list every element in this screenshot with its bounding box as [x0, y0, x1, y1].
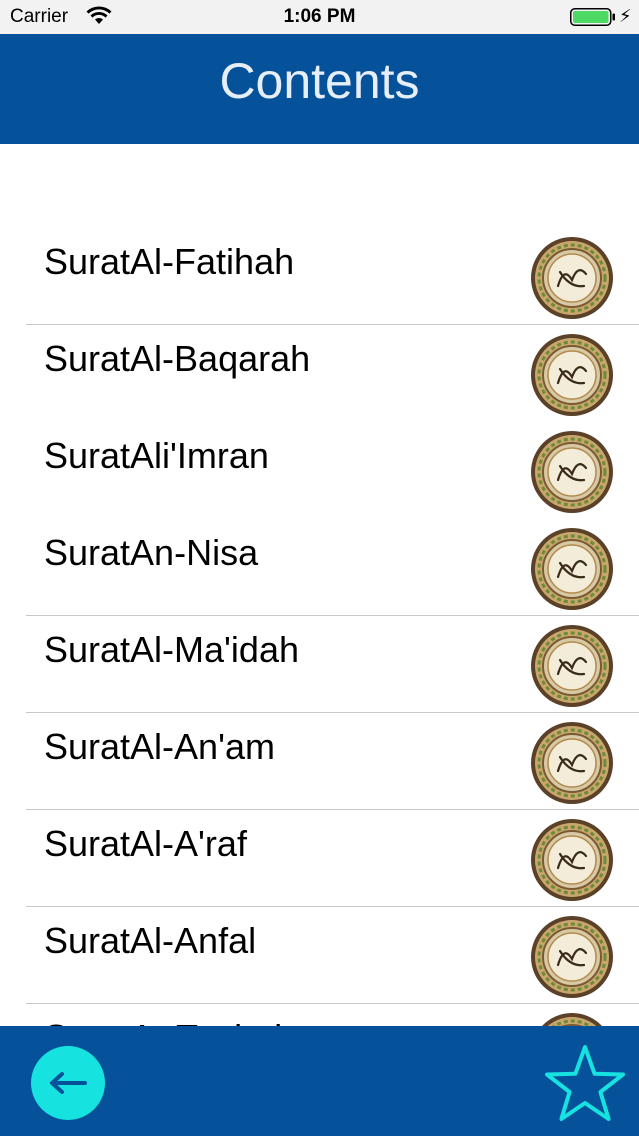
- surah-name: SuratAl-A'raf: [44, 823, 247, 864]
- quran-medallion-icon: [531, 625, 613, 707]
- list-item[interactable]: SuratAl-Baqarah: [0, 325, 639, 422]
- nav-bar: Contents: [0, 34, 639, 144]
- favorite-star-button[interactable]: [544, 1044, 626, 1122]
- quran-medallion-icon: [531, 237, 613, 319]
- bolt-icon: ⚡: [619, 6, 632, 26]
- surah-name: SuratAn-Nisa: [44, 532, 259, 573]
- left-arrow-icon: [50, 1072, 87, 1094]
- contents-list[interactable]: SuratAl-Fatihah SuratAl-Baqarah SuratAli'I…: [0, 144, 639, 1026]
- back-button[interactable]: [31, 1046, 105, 1120]
- quran-medallion-icon: [531, 916, 613, 998]
- list-item[interactable]: SuratAl-Anfal: [0, 907, 639, 1004]
- list-item[interactable]: SuratAl-Fatihah: [0, 228, 639, 325]
- quran-medallion-icon: [531, 334, 613, 416]
- surah-name: SuratAli'Imran: [44, 435, 269, 476]
- list-item[interactable]: SuratAl-An'am: [0, 713, 639, 810]
- status-bar: Carrier 1:06 PM ⚡: [0, 0, 639, 34]
- quran-medallion-icon: [531, 528, 613, 610]
- quran-medallion-icon: [531, 722, 613, 804]
- surah-name: SuratAl-Ma'idah: [44, 629, 299, 670]
- surah-name: SuratAt-Taubah: [44, 1016, 294, 1026]
- quran-medallion-icon: [542, 1013, 602, 1026]
- list-item[interactable]: SuratAl-Ma'idah: [0, 616, 639, 713]
- battery-icon: [570, 8, 615, 26]
- list-item[interactable]: SuratAt-Taubah: [0, 1004, 639, 1026]
- surah-name: SuratAl-An'am: [44, 726, 275, 767]
- list-item[interactable]: SuratAl-A'raf: [0, 810, 639, 907]
- surah-name: SuratAl-Anfal: [44, 920, 257, 961]
- star-icon: [545, 1045, 625, 1121]
- list-item[interactable]: SuratAli'Imran: [0, 422, 639, 519]
- page-title: Contents: [219, 53, 420, 109]
- bottom-toolbar: [0, 1026, 639, 1136]
- surah-name: SuratAl-Baqarah: [44, 338, 311, 379]
- quran-medallion-icon: [531, 819, 613, 901]
- list-item[interactable]: SuratAn-Nisa: [0, 519, 639, 616]
- clock: 1:06 PM: [283, 6, 356, 27]
- surah-name: SuratAl-Fatihah: [44, 241, 295, 282]
- quran-medallion-icon: [531, 431, 613, 513]
